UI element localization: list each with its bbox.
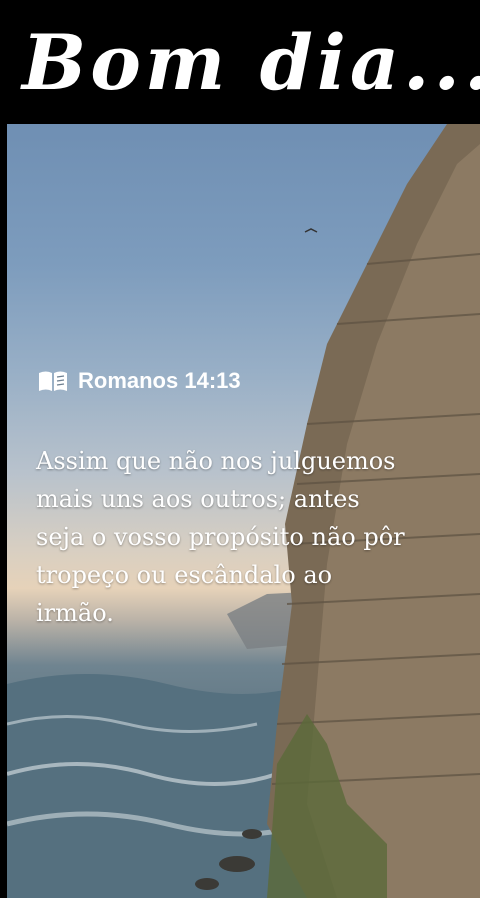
verse-text: Assim que não nos julguemos mais uns aos… bbox=[36, 442, 466, 632]
verse-line: irmão. bbox=[36, 599, 114, 627]
verse-reference-text: Romanos 14:13 bbox=[78, 368, 241, 393]
book-icon bbox=[39, 371, 67, 391]
header-banner: Bom dia... bbox=[0, 0, 480, 124]
verse-line: Assim que não nos julguemos bbox=[36, 447, 396, 475]
verse-line: seja o vosso propósito não pôr bbox=[36, 523, 405, 551]
greeting-title: Bom dia... bbox=[22, 17, 480, 107]
verse-line: tropeço ou escândalo ao bbox=[36, 561, 333, 589]
verse-reference: Romanos 14:13 bbox=[38, 366, 241, 396]
verse-line: mais uns aos outros; antes bbox=[36, 485, 360, 513]
